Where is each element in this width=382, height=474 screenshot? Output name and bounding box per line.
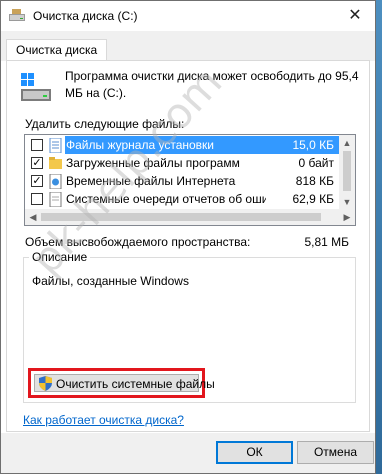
list-item[interactable]: Файлы журнала установки 15,0 КБ (25, 136, 340, 154)
title-bar: Очистка диска (C:) ✕ (1, 1, 375, 31)
checkbox[interactable] (31, 139, 43, 151)
drive-icon (21, 73, 51, 101)
highlight-frame: Очистить системные файлы (28, 368, 215, 398)
scroll-left-icon[interactable]: ◀ (25, 209, 41, 225)
log-file-icon (49, 138, 62, 153)
files-listbox[interactable]: Файлы журнала установки 15,0 КБ ✓ Загруж… (24, 134, 356, 226)
file-name: Временные файлы Интернета (66, 174, 236, 188)
checkbox[interactable] (31, 193, 43, 205)
scrollbar-thumb[interactable] (41, 213, 321, 221)
horizontal-scrollbar[interactable]: ◀ ▶ (25, 209, 355, 225)
description-text: Файлы, созданные Windows (32, 274, 189, 288)
list-item[interactable]: ✓ Временные файлы Интернета 818 КБ (25, 172, 340, 190)
scroll-up-icon[interactable]: ▲ (339, 135, 355, 151)
internet-file-icon (49, 174, 62, 189)
file-size: 15,0 КБ (292, 138, 334, 152)
disk-cleanup-window: Очистка диска (C:) ✕ Очистка диска Прогр… (0, 0, 376, 474)
vertical-scrollbar[interactable]: ▲ ▼ (339, 135, 355, 210)
file-size: 62,9 КБ (292, 192, 334, 206)
files-label: Удалить следующие файлы: (25, 117, 185, 131)
space-label: Объем высвобождаемого пространства: (25, 235, 251, 249)
file-size: 0 байт (298, 156, 334, 170)
scrollbar-thumb[interactable] (343, 151, 351, 191)
file-name: Загруженные файлы программ (66, 156, 240, 170)
window-title: Очистка диска (C:) (33, 9, 138, 23)
disk-cleanup-app-icon (9, 9, 25, 21)
intro-text: Программа очистки диска может освободить… (65, 69, 359, 100)
cancel-button[interactable]: Отмена (297, 441, 374, 464)
dialog-footer: ОК Отмена (1, 433, 375, 473)
report-file-icon (49, 192, 62, 207)
checkbox[interactable]: ✓ (31, 175, 43, 187)
cleanup-system-files-label: Очистить системные файлы (56, 377, 215, 391)
uac-shield-icon (39, 376, 52, 391)
space-value: 5,81 МБ (304, 235, 349, 249)
scroll-down-icon[interactable]: ▼ (339, 194, 355, 210)
tab-strip: Очистка диска (1, 31, 375, 61)
file-name: Файлы журнала установки (66, 138, 215, 152)
how-it-works-link[interactable]: Как работает очистка диска? (23, 413, 184, 427)
close-icon[interactable]: ✕ (345, 6, 365, 26)
file-name: Системные очереди отчетов об оши... (66, 192, 266, 206)
desktop-background (376, 0, 382, 474)
ok-button[interactable]: ОК (216, 441, 293, 464)
checkbox[interactable]: ✓ (31, 157, 43, 169)
cleanup-system-files-button[interactable]: Очистить системные файлы (34, 374, 215, 392)
tab-disk-cleanup[interactable]: Очистка диска (6, 39, 108, 61)
description-legend: Описание (29, 250, 91, 264)
list-item[interactable]: ✓ Загруженные файлы программ 0 байт (25, 154, 340, 172)
list-item[interactable]: Системные очереди отчетов об оши... 62,9… (25, 190, 340, 208)
file-size: 818 КБ (295, 174, 334, 188)
scroll-right-icon[interactable]: ▶ (339, 209, 355, 225)
folder-icon (49, 157, 62, 169)
